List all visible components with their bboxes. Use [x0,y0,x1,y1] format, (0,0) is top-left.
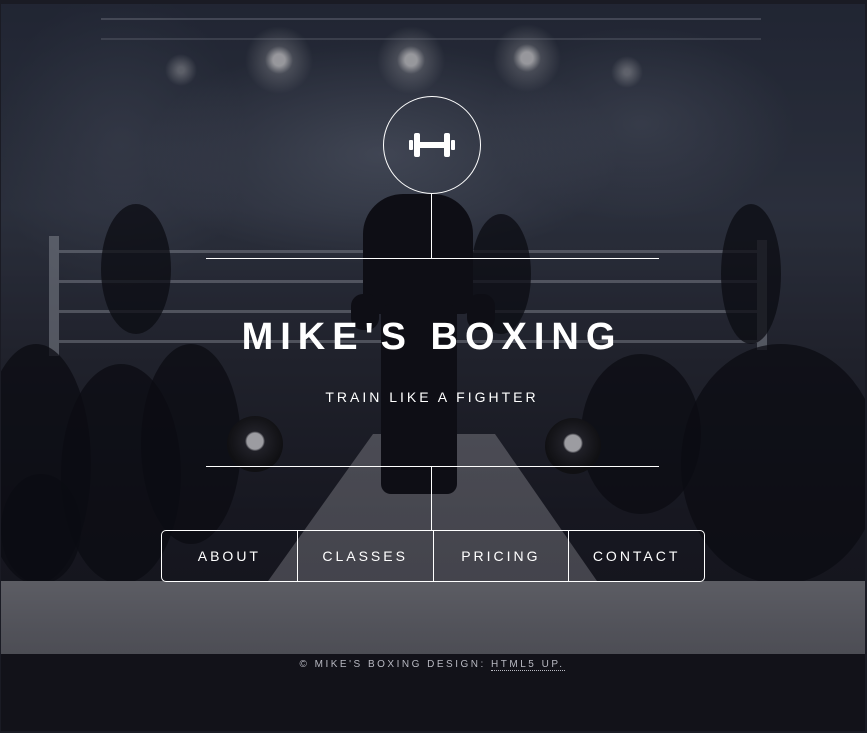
nav-classes-link[interactable]: CLASSES [296,531,433,581]
footer-design-label: DESIGN: [427,659,486,670]
site-tagline: TRAIN LIKE A FIGHTER [325,389,539,405]
nav-about-link[interactable]: ABOUT [162,531,297,581]
connector-line [431,467,432,530]
nav-contact-link[interactable]: CONTACT [568,531,704,581]
nav-pricing-link[interactable]: PRICING [432,531,569,581]
divider-line-bottom [206,466,659,467]
footer-copyright: © MIKE'S BOXING [299,659,422,670]
footer: © MIKE'S BOXING DESIGN: HTML5 UP. [0,659,864,671]
site-title: MIKE'S BOXING [241,316,623,358]
logo-circle [383,96,481,194]
main-nav: ABOUT CLASSES PRICING CONTACT [161,530,705,582]
footer-design-link[interactable]: HTML5 UP. [491,659,565,671]
divider-line-top [206,258,659,259]
dumbbell-icon [409,133,455,157]
connector-line [431,194,432,258]
